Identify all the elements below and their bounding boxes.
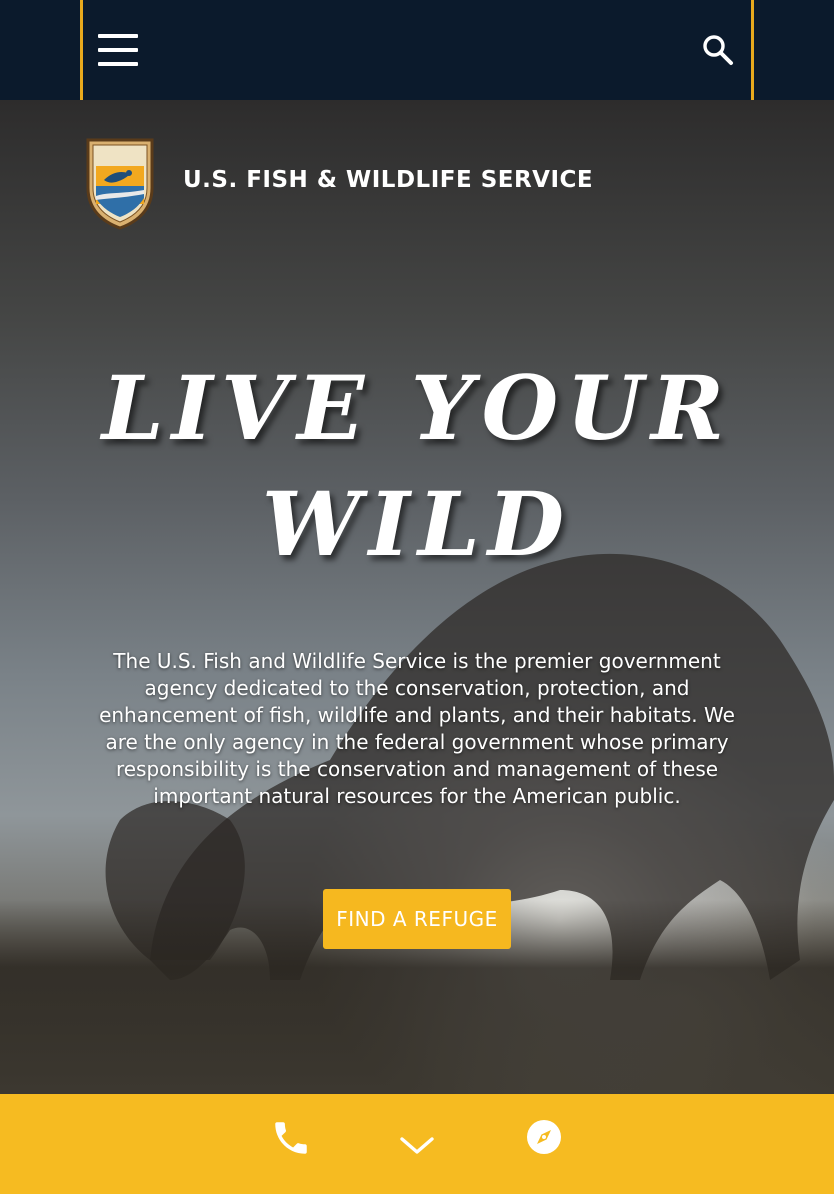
agency-description: The U.S. Fish and Wildlife Service is th… — [99, 649, 735, 808]
usfws-shield-logo[interactable] — [82, 136, 158, 230]
search-icon[interactable] — [700, 32, 736, 68]
find-a-refuge-button[interactable]: FIND A REFUGE — [323, 889, 511, 949]
chevron-down-icon[interactable] — [398, 1134, 436, 1158]
compass-icon[interactable] — [524, 1117, 564, 1157]
hero-section: U.S. FISH & WILDLIFE SERVICE LIVE YOUR W… — [0, 100, 834, 1094]
hamburger-menu-icon[interactable] — [98, 34, 140, 66]
right-accent-rail — [751, 0, 754, 100]
phone-icon[interactable] — [270, 1117, 312, 1159]
bottom-action-bar — [0, 1094, 834, 1194]
headline-line-1: LIVE YOUR — [101, 356, 733, 460]
hero-headline: LIVE YOUR WILD — [100, 350, 734, 582]
agency-name[interactable]: U.S. FISH & WILDLIFE SERVICE — [183, 167, 593, 197]
headline-line-2: WILD — [261, 472, 573, 576]
left-accent-rail — [80, 0, 83, 100]
top-navigation-bar — [0, 0, 834, 100]
